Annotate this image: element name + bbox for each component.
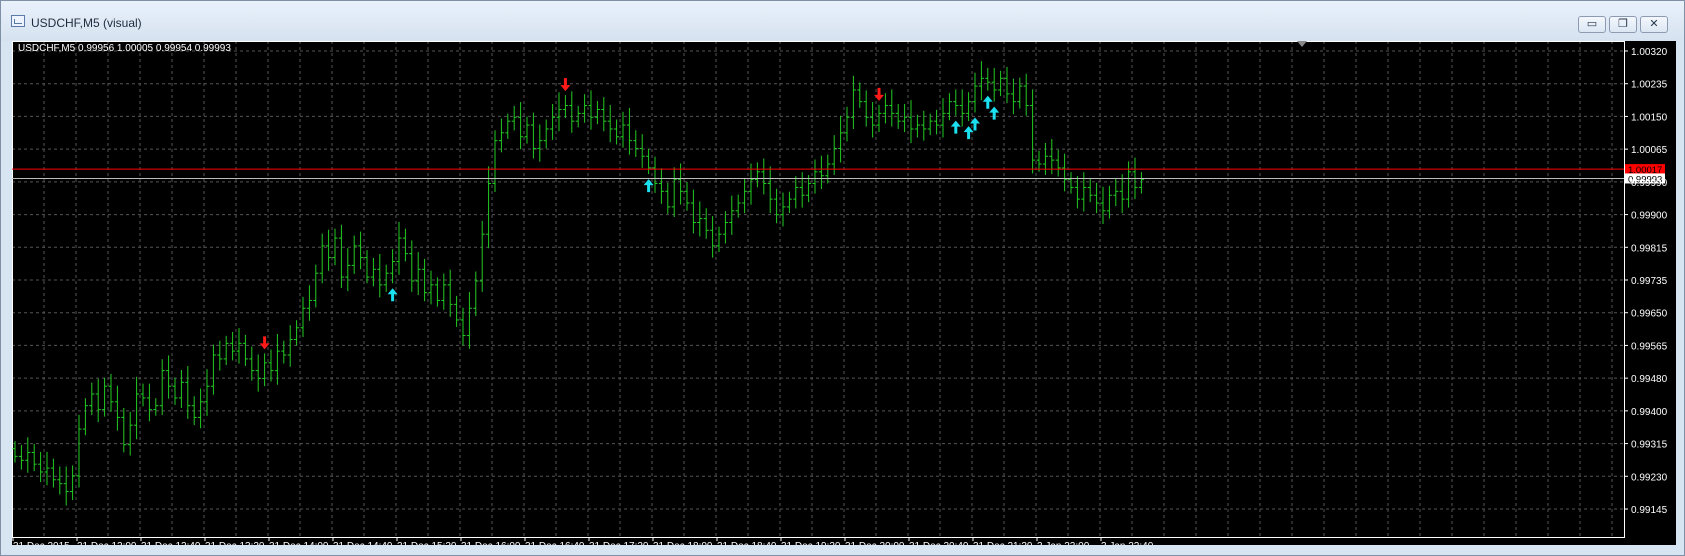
y-tick-label: 0.99315: [1631, 440, 1668, 451]
x-tick-label: 31 Dec 14:00: [269, 541, 329, 545]
x-tick-label: 31 Dec 13:20: [205, 541, 265, 545]
title-bar[interactable]: USDCHF,M5 (visual) ▭ ❐ ✕: [1, 1, 1684, 41]
y-tick-label: 1.00150: [1631, 112, 1668, 123]
price-chart-svg[interactable]: 1.000170.99993 1.003201.002351.001501.00…: [12, 41, 1676, 545]
plot-frame: [12, 41, 1625, 538]
price-chart[interactable]: 1.00017 0.99993 1.00320 1.00235 1.00150 1.00…: [12, 41, 1676, 545]
y-tick-label: 0.99735: [1631, 276, 1668, 287]
y-tick-label: 1.00235: [1631, 80, 1668, 91]
window-title: USDCHF,M5 (visual): [31, 16, 142, 30]
x-tick-label: 31 Dec 18:40: [717, 541, 777, 545]
x-tick-label: 31 Dec 12:00: [77, 541, 137, 545]
y-tick-label: 0.99565: [1631, 341, 1668, 352]
time-axis: 31 Dec 2015 31 Dec 12:00 31 Dec 12:40 31 De…: [12, 537, 1154, 545]
x-tick-label: 31 Dec 20:00: [845, 541, 905, 545]
price-axis: 1.00320 1.00235 1.00150 1.00065 0.99990 0.999…: [1624, 47, 1668, 516]
y-tick-label: 0.99145: [1631, 505, 1668, 516]
x-tick-label: 31 Dec 16:40: [525, 541, 585, 545]
chart-window-icon: [11, 15, 25, 27]
buy-arrow-icon: [950, 120, 961, 134]
x-tick-label: 31 Dec 19:20: [781, 541, 841, 545]
x-tick-label: 31 Dec 20:40: [909, 541, 969, 545]
y-tick-label: 0.99230: [1631, 472, 1668, 483]
x-tick-label: 31 Dec 16:00: [461, 541, 521, 545]
sell-arrow-icon: [560, 78, 571, 92]
y-tick-label: 0.99900: [1631, 211, 1668, 222]
minimize-button[interactable]: ▭: [1578, 16, 1606, 33]
y-tick-label: 0.99650: [1631, 309, 1668, 320]
x-tick-label: 31 Dec 12:40: [141, 541, 201, 545]
chart-shift-marker: [1297, 41, 1307, 47]
y-tick-label: 1.00320: [1631, 47, 1668, 58]
x-tick-label: 31 Dec 14:40: [333, 541, 393, 545]
close-button[interactable]: ✕: [1640, 16, 1668, 33]
y-tick-label: 1.00065: [1631, 145, 1668, 156]
symbol-info: USDCHF,M5 0.99956 1.00005 0.99954 0.9999…: [18, 43, 231, 54]
y-tick-label: 0.99400: [1631, 407, 1668, 418]
x-tick-label: 31 Dec 21:20: [973, 541, 1033, 545]
y-tick-label: 0.99815: [1631, 243, 1668, 254]
buy-arrow-icon: [982, 95, 993, 109]
x-tick-label: 3 Jan 22:00: [1037, 541, 1090, 545]
x-tick-label: 31 Dec 18:00: [653, 541, 713, 545]
chart-grid: [12, 41, 1624, 537]
x-tick-label: 31 Dec 15:20: [397, 541, 457, 545]
y-tick-label: 0.99480: [1631, 374, 1668, 385]
buy-arrow-icon: [989, 106, 1000, 120]
x-tick-label: 3 Jan 22:40: [1101, 541, 1154, 545]
x-tick-label: 31 Dec 17:20: [589, 541, 649, 545]
x-tick-label: 31 Dec 2015: [13, 541, 70, 545]
restore-button[interactable]: ❐: [1609, 16, 1637, 33]
y-tick-label: 0.99990: [1631, 178, 1668, 189]
chart-window: USDCHF,M5 (visual) ▭ ❐ ✕ 1.00017 0.99993 …: [0, 0, 1685, 556]
